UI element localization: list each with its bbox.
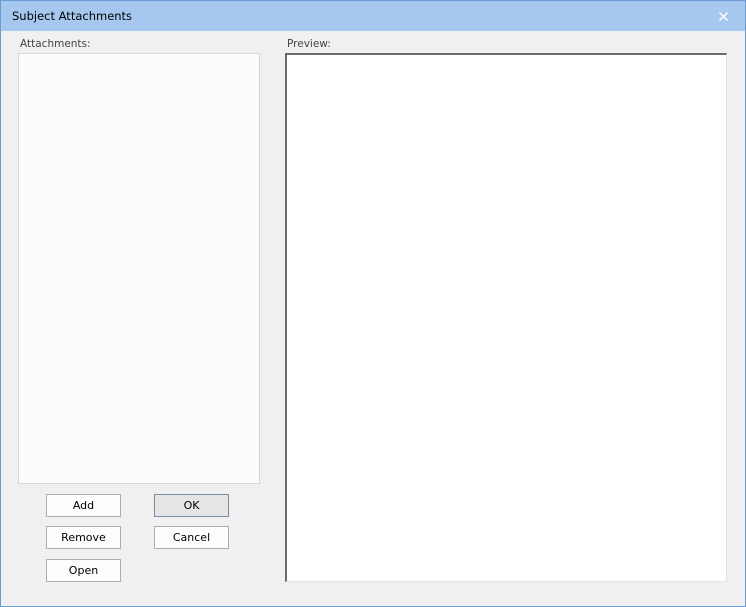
cancel-button[interactable]: Cancel [154,526,229,549]
open-button[interactable]: Open [46,559,121,582]
ok-button[interactable]: OK [154,494,229,517]
preview-pane[interactable] [285,53,727,582]
subject-attachments-dialog: Subject Attachments Attachments: Preview… [0,0,746,607]
attachments-list[interactable] [18,53,260,484]
remove-button[interactable]: Remove [46,526,121,549]
preview-label: Preview: [287,38,331,50]
title-bar[interactable]: Subject Attachments [1,1,745,31]
add-button[interactable]: Add [46,494,121,517]
close-button[interactable] [701,1,745,31]
window-title: Subject Attachments [12,9,133,23]
close-icon [718,11,728,21]
attachments-label: Attachments: [20,38,91,50]
